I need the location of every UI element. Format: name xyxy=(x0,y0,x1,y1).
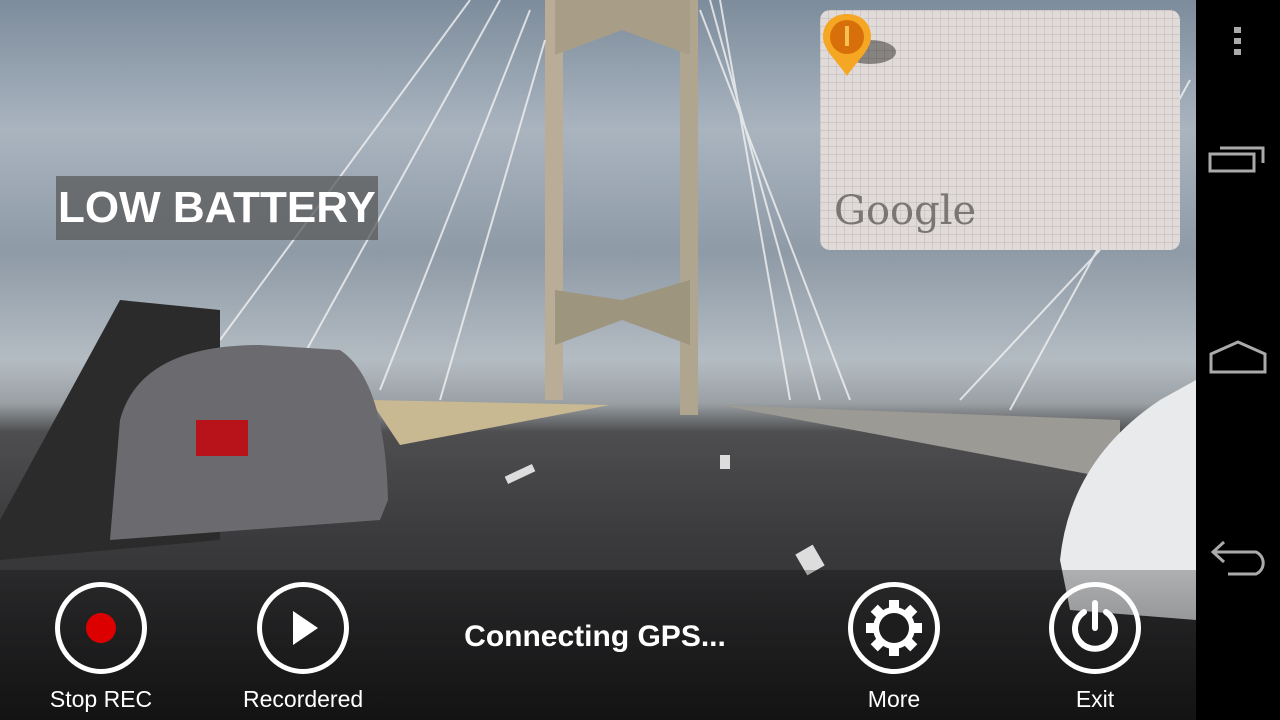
home-icon xyxy=(1209,340,1267,374)
back-icon xyxy=(1210,540,1265,576)
recent-apps-icon xyxy=(1208,146,1265,173)
stop-rec-button[interactable]: Stop REC xyxy=(41,582,161,713)
control-bar: Stop REC Recordered Connecting GPS... Mo… xyxy=(0,570,1196,720)
gear-icon xyxy=(866,600,922,656)
record-icon xyxy=(86,613,116,643)
home-button[interactable] xyxy=(1208,340,1268,376)
play-icon xyxy=(293,611,318,645)
recorded-button[interactable]: Recordered xyxy=(243,582,363,713)
exit-button[interactable]: Exit xyxy=(1035,582,1155,713)
gps-status: Connecting GPS... xyxy=(464,620,726,653)
google-logo: Google xyxy=(834,188,977,234)
more-button[interactable]: More xyxy=(834,582,954,713)
power-icon xyxy=(1072,600,1118,652)
low-battery-warning: LOW BATTERY xyxy=(56,176,378,240)
recorded-label: Recordered xyxy=(243,686,364,712)
back-button[interactable] xyxy=(1208,538,1268,578)
menu-button[interactable] xyxy=(1208,26,1268,56)
map-preview[interactable]: Google xyxy=(820,10,1180,250)
stop-rec-label: Stop REC xyxy=(49,686,153,712)
menu-icon xyxy=(1234,27,1241,55)
recent-apps-button[interactable] xyxy=(1208,142,1268,176)
exit-label: Exit xyxy=(1075,686,1115,712)
map-pin-icon xyxy=(823,14,896,76)
system-navigation-bar xyxy=(1196,0,1280,720)
more-label: More xyxy=(867,686,921,712)
